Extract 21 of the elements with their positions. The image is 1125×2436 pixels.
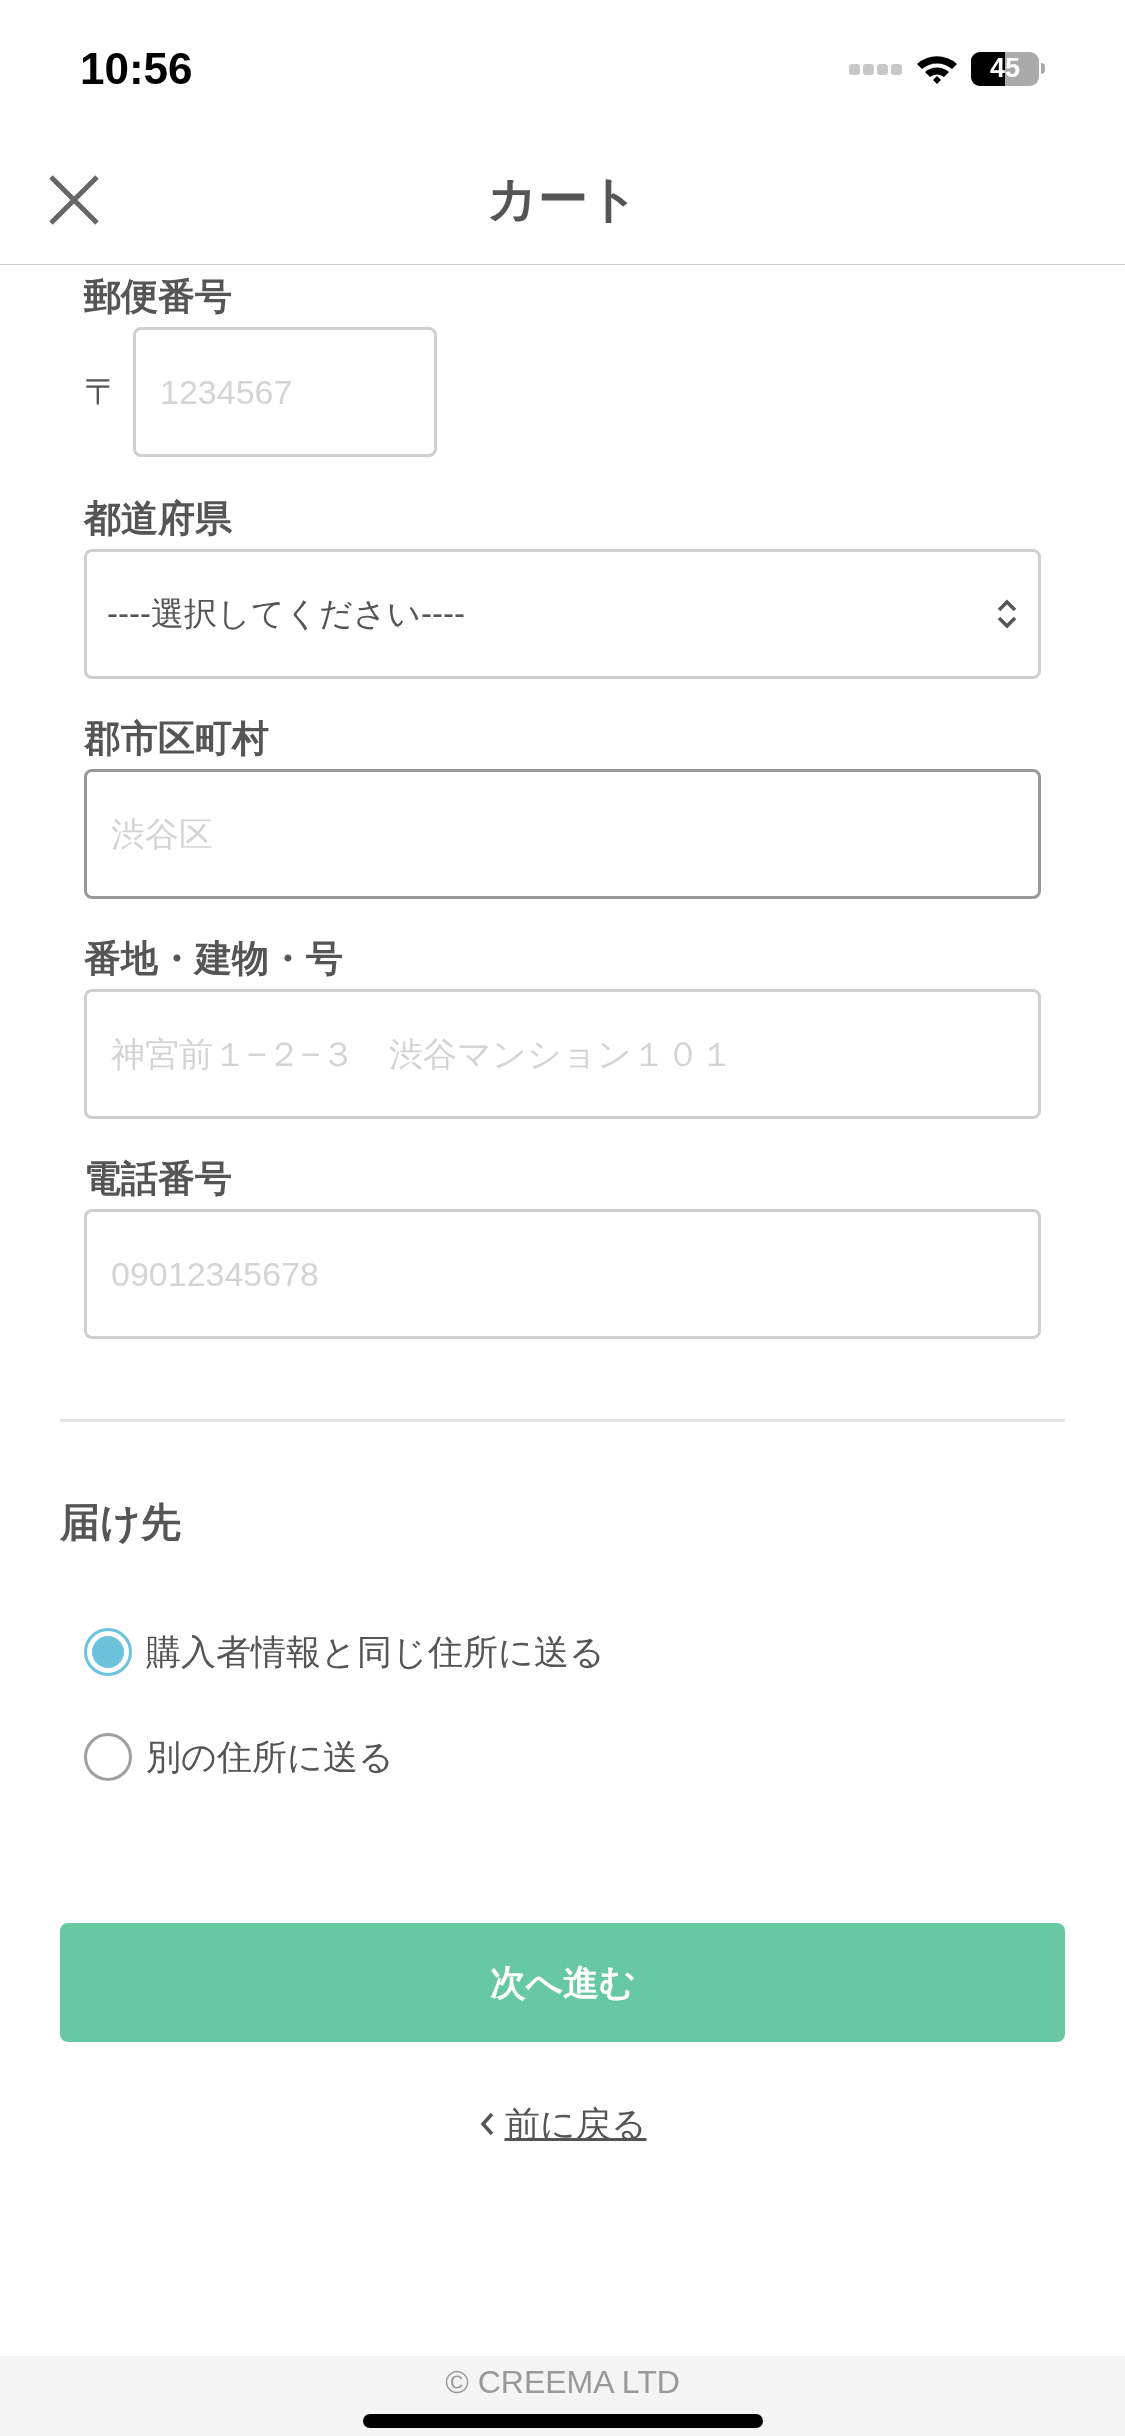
copyright-text: © CREEMA LTD xyxy=(445,2364,680,2400)
field-label: 郡市区町村 xyxy=(84,717,270,761)
prefecture-select[interactable]: ----選択してください---- xyxy=(84,549,1041,679)
signal-icon xyxy=(849,61,903,76)
chevron-up-down-icon xyxy=(996,599,1018,629)
battery-icon: 45 xyxy=(971,51,1039,86)
field-label: 電話番号 xyxy=(84,1157,233,1201)
chevron-left-icon xyxy=(478,2111,495,2138)
back-link[interactable]: 前に戻る xyxy=(504,2098,647,2151)
field-label: 郵便番号 xyxy=(84,275,233,319)
radio-button[interactable] xyxy=(84,1732,132,1781)
page-title: カート xyxy=(486,170,639,229)
close-icon xyxy=(48,173,100,226)
field-label: 番地・建物・号 xyxy=(84,937,344,981)
postal-mark: 〒 xyxy=(84,370,121,414)
radio-button[interactable] xyxy=(84,1628,132,1677)
radio-label: 別の住所に送る xyxy=(146,1735,394,1778)
section-heading: 届け先 xyxy=(60,1499,182,1546)
status-time: 10:56 xyxy=(80,42,193,95)
radio-label: 購入者情報と同じ住所に送る xyxy=(146,1631,605,1673)
field-label: 都道府県 xyxy=(84,497,233,541)
